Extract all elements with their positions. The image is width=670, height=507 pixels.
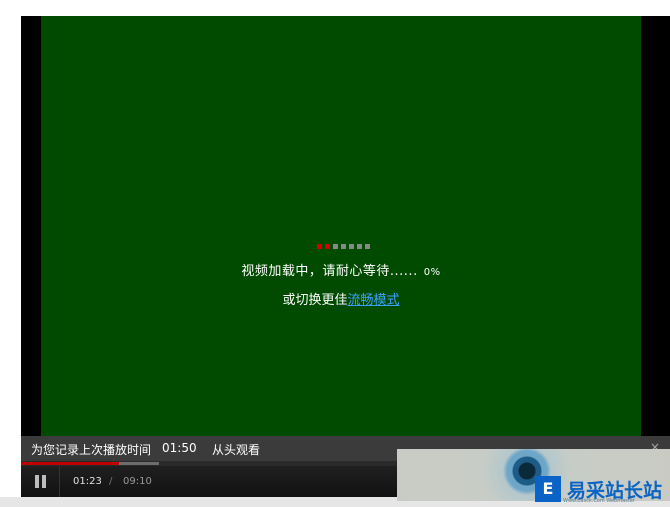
resume-label: 为您记录上次播放时间	[31, 443, 152, 457]
loading-percent: 0%	[423, 267, 441, 278]
loading-dot	[365, 244, 370, 249]
current-time: 01:23	[73, 476, 102, 487]
video-player[interactable]: 视频加载中，请耐心等待...... 0% 或切换更佳流畅模式 为您记录上次播放时间…	[21, 16, 670, 497]
loading-indicator	[317, 244, 370, 250]
loading-message: 视频加载中，请耐心等待...... 0%	[41, 260, 641, 279]
loading-dot	[349, 244, 354, 249]
watermark-url: Www.Easck.Com Webmaster	[563, 498, 635, 504]
watermark-logo: E	[535, 476, 561, 502]
restart-button[interactable]: 从头观看	[212, 441, 260, 458]
loading-dot	[341, 244, 346, 249]
loading-dot	[317, 244, 322, 249]
loading-dot	[357, 244, 362, 249]
resume-time: 01:50	[162, 441, 197, 455]
pause-icon	[35, 475, 39, 488]
watermark: E 易采站长站 Www.Easck.Com Webmaster	[397, 449, 670, 504]
played-progress	[21, 462, 119, 465]
switch-mode-line: 或切换更佳流畅模式	[41, 289, 641, 308]
smooth-mode-link[interactable]: 流畅模式	[348, 293, 400, 308]
pause-button[interactable]	[21, 466, 60, 497]
loading-dot	[325, 244, 330, 249]
video-area[interactable]: 视频加载中，请耐心等待...... 0% 或切换更佳流畅模式	[41, 16, 641, 436]
time-separator: /	[109, 476, 113, 487]
switch-mode-prefix: 或切换更佳	[282, 293, 348, 308]
pause-icon	[42, 475, 46, 488]
loading-dot	[333, 244, 338, 249]
duration: 09:10	[123, 476, 152, 487]
loading-message-text: 视频加载中，请耐心等待......	[241, 264, 418, 279]
